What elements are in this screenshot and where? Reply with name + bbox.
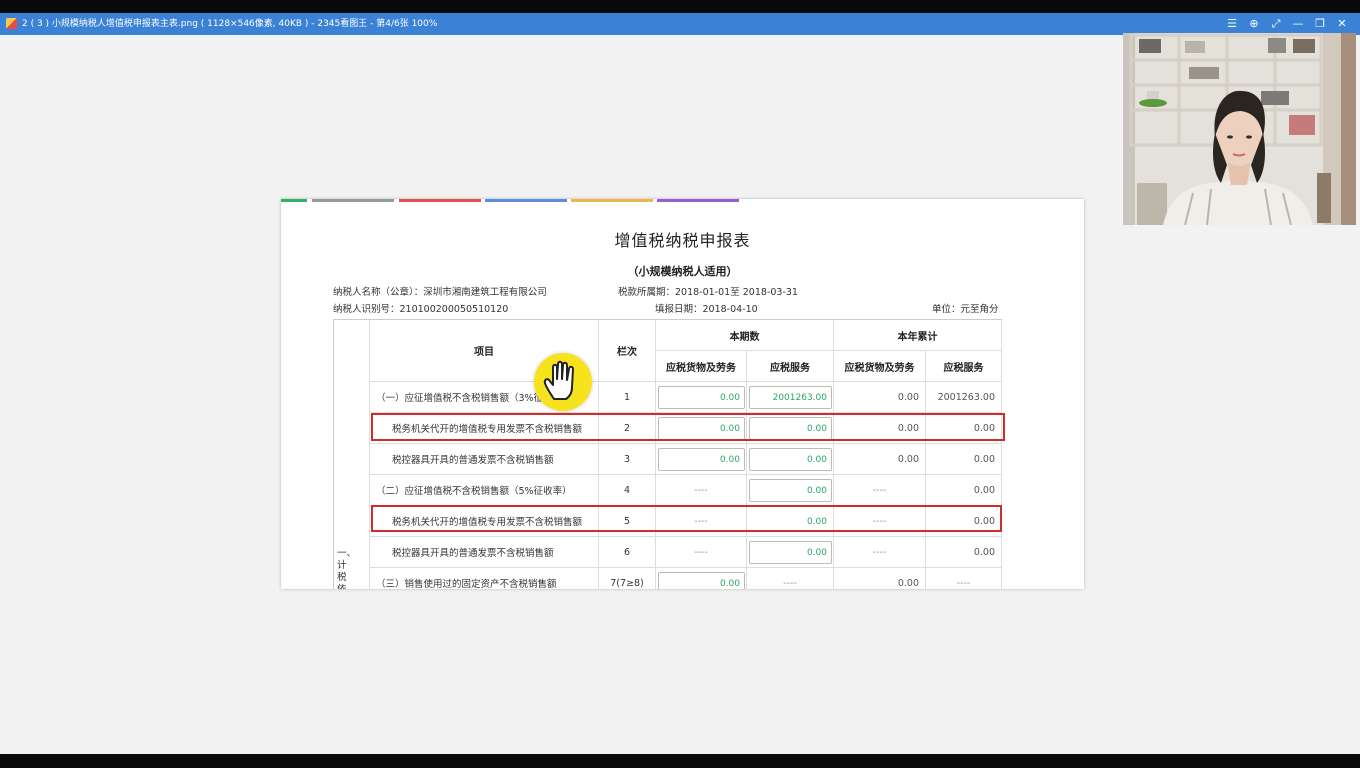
row-1-current-goods-input[interactable]: 0.00 (658, 386, 745, 409)
row-6-ytd-services: 0.00 (926, 537, 1002, 568)
row-4-ytd-services: 0.00 (926, 475, 1002, 506)
taxpayer-id: 纳税人识别号：210100200050510120 (333, 304, 509, 315)
row-2-ytd-services: 0.00 (926, 413, 1002, 444)
row-2-current-services-input[interactable]: 0.00 (749, 417, 832, 440)
row-3-item: 税控器具开具的普通发票不含税销售额 (370, 444, 599, 475)
strip-red (399, 199, 481, 202)
strip-blue (485, 199, 567, 202)
row-4-no: 4 (599, 475, 656, 506)
unit-label: 单位：元至角分 (932, 304, 999, 315)
row-6-no: 6 (599, 537, 656, 568)
row-7-current-services: ---- (747, 568, 834, 589)
row-5-current-goods: ---- (656, 506, 747, 537)
row-7-item: （三）销售使用过的固定资产不含税销售额 (370, 568, 599, 589)
bottom-letterbox (0, 754, 1360, 768)
app-icon (6, 18, 17, 29)
strip-yellow (571, 199, 653, 202)
minimize-button[interactable]: — (1290, 13, 1306, 35)
window-title: 2 ( 3 ) 小规模纳税人增值税申报表主表.png ( 1128×546像素,… (22, 19, 438, 29)
row-1-ytd-services: 2001263.00 (926, 382, 1002, 413)
header-ytd-goods: 应税货物及劳务 (834, 351, 926, 382)
close-button[interactable]: ✕ (1334, 13, 1350, 35)
row-6-current-services-input[interactable]: 0.00 (749, 541, 832, 564)
fill-date: 填报日期：2018-04-10 (655, 304, 758, 315)
presenter-webcam (1123, 33, 1356, 225)
row-2-no: 2 (599, 413, 656, 444)
row-2-ytd-goods: 0.00 (834, 413, 926, 444)
declaration-table: 一、计税依据 项目 栏次 本期数 本年累计 应税货物及劳务 应税服务 应税货物及… (333, 319, 1002, 589)
row-7-ytd-goods: 0.00 (834, 568, 926, 589)
strip-gray (312, 199, 394, 202)
header-current: 本期数 (656, 320, 834, 351)
displayed-image: 增值税纳税申报表 （小规模纳税人适用） 纳税人名称（公章）：深圳市湘南建筑工程有… (281, 199, 1084, 589)
row-4-current-services-input[interactable]: 0.00 (749, 479, 832, 502)
form-title: 增值税纳税申报表 (614, 231, 751, 250)
row-1-no: 1 (599, 382, 656, 413)
row-5-no: 5 (599, 506, 656, 537)
header-current-goods: 应税货物及劳务 (656, 351, 747, 382)
tax-period: 税款所属期：2018-01-01至 2018-03-31 (618, 287, 798, 298)
window-titlebar[interactable]: 2 ( 3 ) 小规模纳税人增值税申报表主表.png ( 1128×546像素,… (0, 13, 1360, 35)
row-6-current-goods: ---- (656, 537, 747, 568)
row-2-item: 税务机关代开的增值税专用发票不含税销售额 (370, 413, 599, 444)
strip-purple (657, 199, 739, 202)
row-3-ytd-services: 0.00 (926, 444, 1002, 475)
row-3-current-goods-input[interactable]: 0.00 (658, 448, 745, 471)
form-subtitle: （小规模纳税人适用） (627, 265, 738, 278)
taxpayer-name: 纳税人名称（公章）：深圳市湘南建筑工程有限公司 (333, 287, 547, 298)
row-4-item: （二）应征增值税不含税销售额（5%征收率） (370, 475, 599, 506)
row-7-current-goods-input[interactable]: 0.00 (658, 572, 745, 589)
row-7-no: 7(7≥8) (599, 568, 656, 589)
skin-icon[interactable]: ⊕ (1246, 13, 1262, 35)
row-5-ytd-goods: ---- (834, 506, 926, 537)
row-3-ytd-goods: 0.00 (834, 444, 926, 475)
row-5-item: 税务机关代开的增值税专用发票不含税销售额 (370, 506, 599, 537)
maximize-button[interactable]: ❐ (1312, 13, 1328, 35)
row-1-current-services-input[interactable]: 2001263.00 (749, 386, 832, 409)
row-4-ytd-goods: ---- (834, 475, 926, 506)
side-label: 一、计税依据 (337, 548, 357, 589)
strip-green (281, 199, 307, 202)
tab-color-strips (281, 199, 1084, 203)
row-6-item: 税控器具开具的普通发票不含税销售额 (370, 537, 599, 568)
window-controls: ☰ ⊕ ⤢ — ❐ ✕ (1224, 13, 1350, 35)
header-col-no: 栏次 (599, 320, 656, 382)
row-1-ytd-goods: 0.00 (834, 382, 926, 413)
row-7-ytd-services: ---- (926, 568, 1002, 589)
row-3-no: 3 (599, 444, 656, 475)
row-5-ytd-services: 0.00 (926, 506, 1002, 537)
row-2-current-goods-input[interactable]: 0.00 (658, 417, 745, 440)
row-3-current-services-input[interactable]: 0.00 (749, 448, 832, 471)
hand-cursor-icon (534, 353, 592, 411)
row-4-current-goods: ---- (656, 475, 747, 506)
menu-icon[interactable]: ☰ (1224, 13, 1240, 35)
fullscreen-icon[interactable]: ⤢ (1268, 13, 1284, 35)
row-5-current-services-input[interactable]: 0.00 (749, 510, 832, 533)
top-letterbox (0, 0, 1360, 13)
header-ytd: 本年累计 (834, 320, 1002, 351)
row-6-ytd-goods: ---- (834, 537, 926, 568)
header-current-services: 应税服务 (747, 351, 834, 382)
header-ytd-services: 应税服务 (926, 351, 1002, 382)
